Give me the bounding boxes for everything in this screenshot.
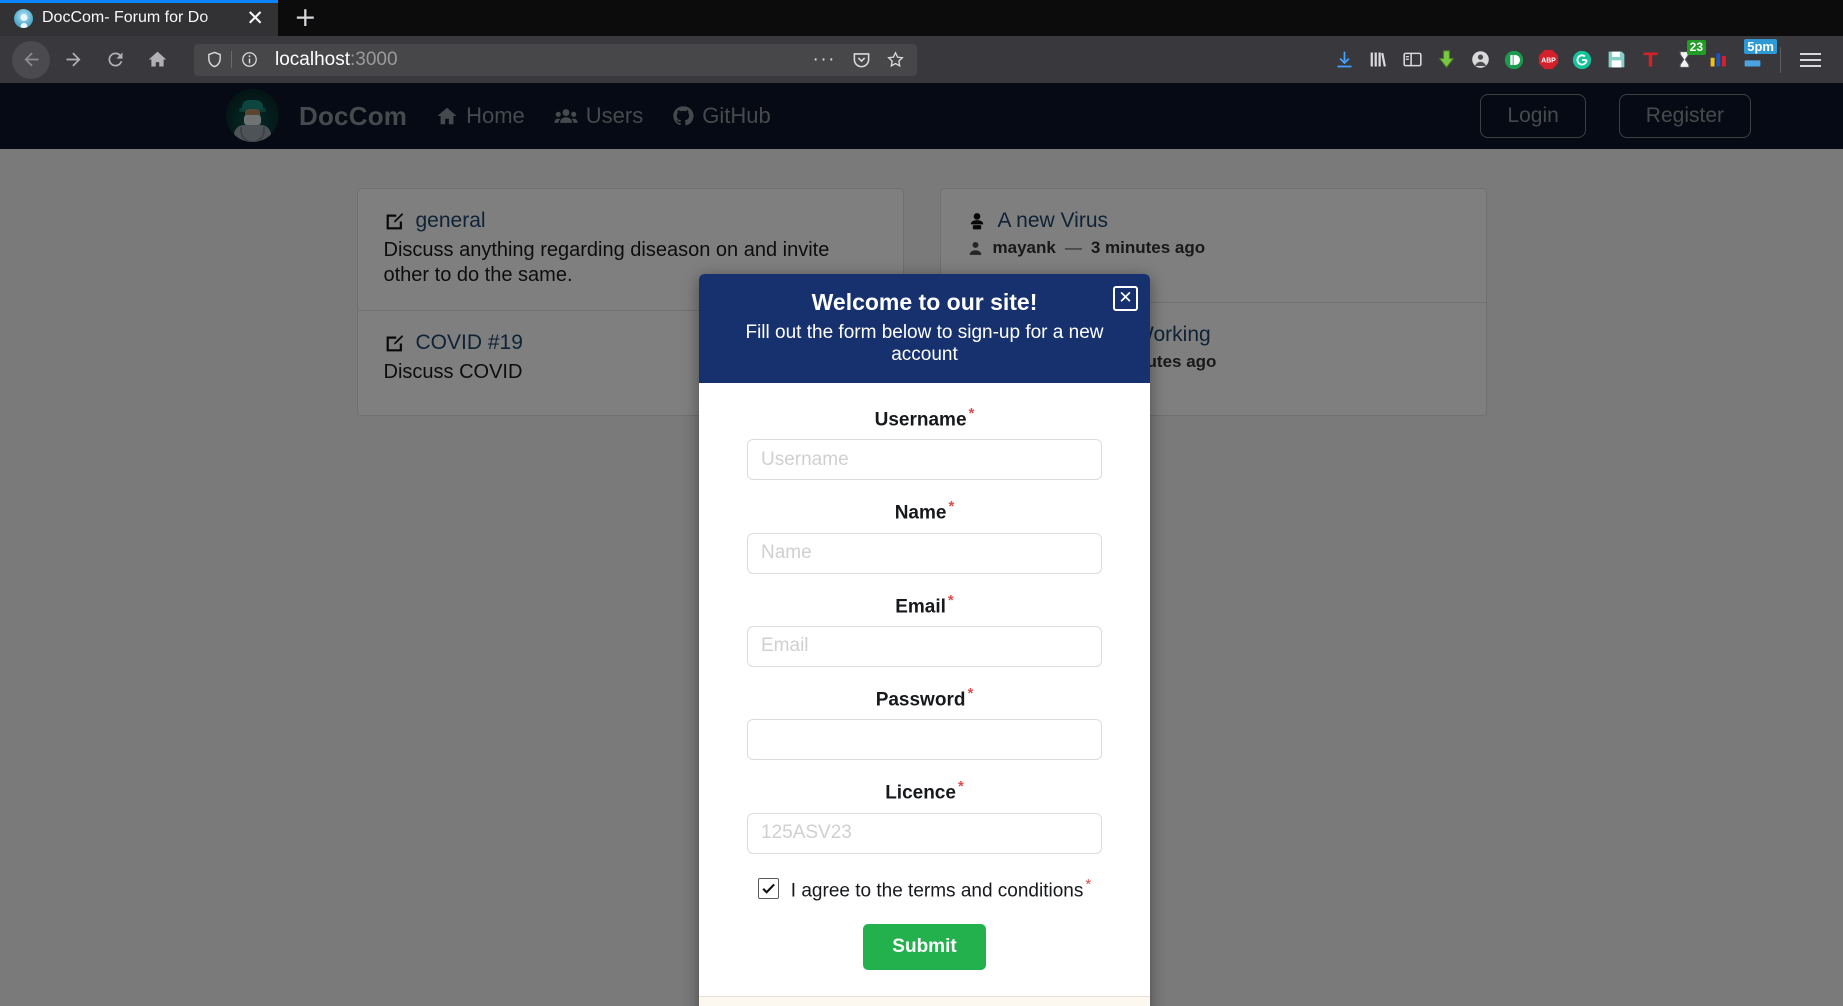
sidebar-icon[interactable]: [1397, 45, 1427, 75]
required-asterisk: *: [958, 778, 964, 795]
checkmark-icon: [761, 881, 776, 896]
video-downloader-icon[interactable]: [1431, 45, 1461, 75]
field-password: Password*: [747, 685, 1102, 760]
field-email: Email*: [747, 592, 1102, 667]
home-button[interactable]: [138, 41, 176, 79]
modal-subtitle: Fill out the form below to sign-up for a…: [717, 322, 1132, 366]
tab-close-icon[interactable]: ✕: [242, 8, 268, 29]
required-asterisk: *: [948, 592, 954, 609]
clock-badge: 5pm: [1744, 39, 1777, 54]
terms-label: I agree to the terms and conditions*: [791, 876, 1091, 902]
browser-toolbar: localhost:3000 ···: [0, 36, 1843, 83]
page-info-icon[interactable]: [236, 47, 262, 73]
url-host: localhost: [275, 49, 350, 70]
save-page-icon[interactable]: [1601, 45, 1631, 75]
browser-window: DocCom- Forum for Do ✕ + localhost:3000: [0, 0, 1843, 1006]
name-label: Name*: [747, 498, 1102, 524]
browser-tab[interactable]: DocCom- Forum for Do ✕: [0, 0, 278, 36]
modal-body: Username* Name* Email* Password* Licence…: [699, 383, 1150, 996]
modal-header: Welcome to our site! Fill out the form b…: [699, 274, 1150, 383]
licence-input[interactable]: [747, 813, 1102, 854]
licence-label: Licence*: [747, 778, 1102, 804]
hourglass-icon[interactable]: 23: [1669, 45, 1699, 75]
shield-icon[interactable]: [201, 47, 227, 73]
url-text[interactable]: localhost:3000: [266, 49, 803, 71]
reload-button[interactable]: [96, 41, 134, 79]
adblock-plus-icon[interactable]: ABP: [1533, 45, 1563, 75]
pocket-icon[interactable]: [846, 50, 876, 69]
open-menu-button[interactable]: [1794, 53, 1827, 67]
page-content: DocCom Home Users GitHub Login Register: [0, 83, 1843, 1006]
extensions-bar: ABP 23 5pm: [921, 45, 1831, 75]
forward-button[interactable]: [54, 41, 92, 79]
required-asterisk: *: [967, 685, 973, 702]
toolbar-divider: [1780, 47, 1781, 73]
svg-text:ABP: ABP: [1541, 58, 1556, 65]
email-input[interactable]: [747, 626, 1102, 667]
username-label: Username*: [747, 405, 1102, 431]
url-divider: [231, 51, 232, 68]
address-bar[interactable]: localhost:3000 ···: [194, 44, 917, 76]
text-tool-icon[interactable]: [1635, 45, 1665, 75]
library-icon[interactable]: [1363, 45, 1393, 75]
page-actions-icon[interactable]: ···: [807, 49, 842, 71]
close-icon[interactable]: ✕: [1113, 286, 1138, 311]
password-input[interactable]: [747, 719, 1102, 760]
chart-extension-icon[interactable]: [1703, 45, 1733, 75]
pocket-extension-icon[interactable]: [1499, 45, 1529, 75]
clock-extension-icon[interactable]: 5pm: [1737, 45, 1767, 75]
signup-modal: Welcome to our site! Fill out the form b…: [699, 274, 1150, 1006]
tab-title: DocCom- Forum for Do: [42, 9, 233, 27]
required-asterisk: *: [1085, 876, 1091, 893]
modal-footer: ? Already signed up? Login here instead.: [699, 996, 1150, 1006]
downloads-icon[interactable]: [1329, 45, 1359, 75]
tab-favicon-icon: [14, 9, 33, 28]
terms-checkbox[interactable]: [758, 878, 779, 899]
account-icon[interactable]: [1465, 45, 1495, 75]
field-username: Username*: [747, 405, 1102, 480]
back-button[interactable]: [12, 41, 50, 79]
bookmark-star-icon[interactable]: [880, 50, 910, 69]
submit-button[interactable]: Submit: [863, 924, 985, 970]
password-label: Password*: [747, 685, 1102, 711]
submit-row: Submit: [747, 924, 1102, 970]
grammarly-icon[interactable]: [1567, 45, 1597, 75]
field-licence: Licence*: [747, 778, 1102, 853]
field-name: Name*: [747, 498, 1102, 573]
required-asterisk: *: [948, 498, 954, 515]
terms-row[interactable]: I agree to the terms and conditions*: [747, 876, 1102, 902]
tab-strip: DocCom- Forum for Do ✕ +: [0, 0, 1843, 36]
new-tab-button[interactable]: +: [278, 4, 333, 36]
email-label: Email*: [747, 592, 1102, 618]
required-asterisk: *: [969, 405, 975, 422]
username-input[interactable]: [747, 439, 1102, 480]
name-input[interactable]: [747, 533, 1102, 574]
modal-title: Welcome to our site!: [717, 289, 1132, 316]
url-port: :3000: [350, 49, 398, 70]
